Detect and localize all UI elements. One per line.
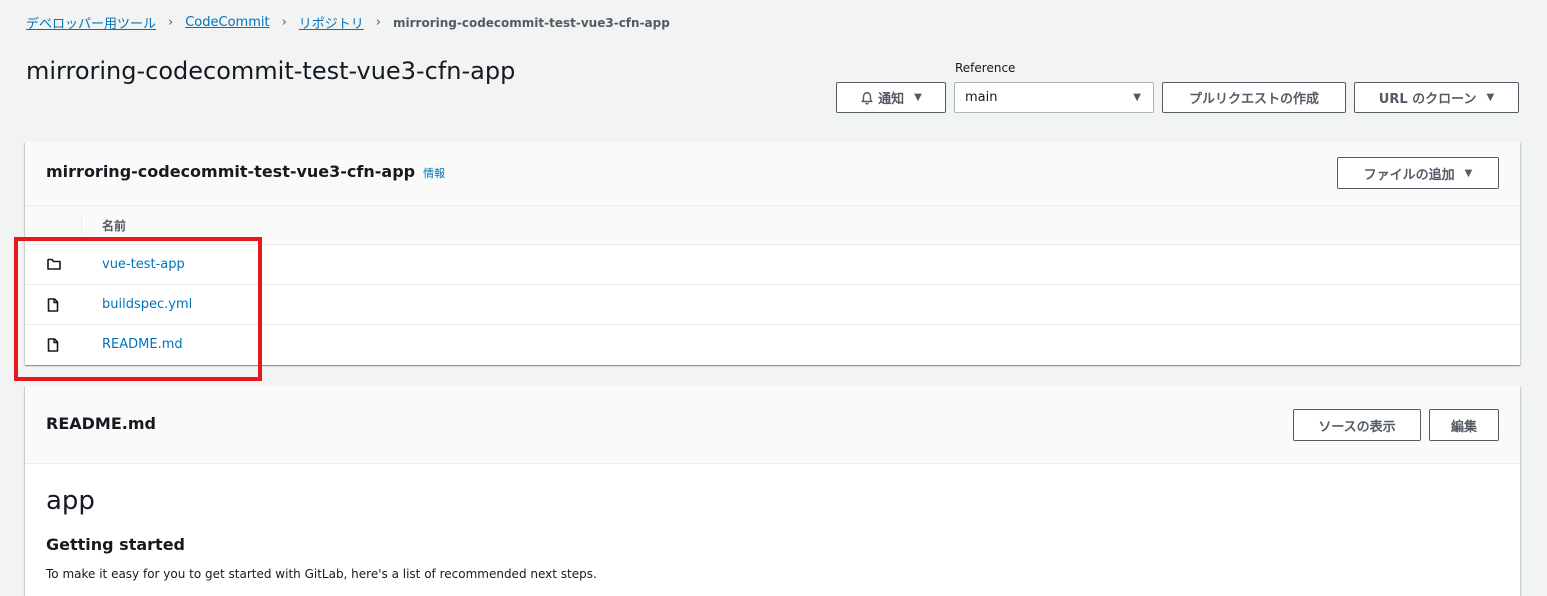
- caret-down-icon: ▼: [1486, 92, 1495, 103]
- chevron-right-icon: ›: [168, 15, 174, 30]
- column-divider: [81, 216, 82, 234]
- readme-panel: README.md ソースの表示 編集 app Getting started …: [25, 386, 1520, 596]
- view-source-label: ソースの表示: [1318, 419, 1396, 435]
- add-file-label: ファイルの追加: [1363, 167, 1455, 183]
- create-pull-request-label: プルリクエストの作成: [1188, 92, 1319, 107]
- bell-icon: [860, 91, 878, 105]
- readme-paragraph: To make it easy for you to get started w…: [46, 567, 597, 581]
- readme-panel-title: README.md: [46, 414, 156, 433]
- reference-select[interactable]: main ▼: [954, 82, 1154, 113]
- file-link-vue-test-app[interactable]: vue-test-app: [102, 257, 185, 272]
- notify-label: 通知: [878, 92, 905, 107]
- readme-heading-1: app: [46, 486, 95, 516]
- caret-down-icon: ▼: [1133, 92, 1141, 103]
- caret-down-icon: ▼: [1464, 167, 1473, 179]
- breadcrumb-developer-tools[interactable]: デベロッパー用ツール: [26, 13, 156, 32]
- table-row: README.md: [25, 325, 1520, 365]
- reference-value: main: [965, 90, 998, 105]
- notify-button[interactable]: 通知 ▼: [836, 82, 946, 113]
- table-row: buildspec.yml: [25, 285, 1520, 325]
- chevron-right-icon: ›: [281, 15, 287, 30]
- clone-url-label: URL のクローン: [1378, 92, 1477, 107]
- table-row: vue-test-app: [25, 245, 1520, 285]
- column-name-header: 名前: [102, 219, 127, 233]
- reference-label: Reference: [955, 61, 1016, 75]
- file-icon: [47, 298, 59, 312]
- create-pull-request-button[interactable]: プルリクエストの作成: [1162, 82, 1346, 113]
- breadcrumb: デベロッパー用ツール › CodeCommit › リポジトリ › mirror…: [26, 13, 670, 32]
- edit-label: 編集: [1450, 419, 1477, 435]
- caret-down-icon: ▼: [914, 92, 922, 103]
- edit-button[interactable]: 編集: [1429, 409, 1499, 441]
- repository-panel-title: mirroring-codecommit-test-vue3-cfn-app 情報: [46, 162, 445, 181]
- file-table-header: 名前: [25, 206, 1520, 245]
- readme-panel-header: README.md ソースの表示 編集: [25, 386, 1520, 464]
- folder-icon: [47, 258, 61, 270]
- file-link-readme[interactable]: README.md: [102, 337, 183, 352]
- file-icon: [47, 338, 59, 352]
- breadcrumb-codecommit[interactable]: CodeCommit: [185, 15, 269, 30]
- add-file-button[interactable]: ファイルの追加 ▼: [1337, 157, 1499, 189]
- repository-name: mirroring-codecommit-test-vue3-cfn-app: [46, 162, 416, 181]
- breadcrumb-repositories[interactable]: リポジトリ: [299, 13, 364, 32]
- repository-panel: mirroring-codecommit-test-vue3-cfn-app 情報…: [25, 142, 1520, 365]
- chevron-right-icon: ›: [375, 15, 381, 30]
- file-link-buildspec[interactable]: buildspec.yml: [102, 297, 192, 312]
- info-link[interactable]: 情報: [423, 167, 445, 180]
- breadcrumb-current: mirroring-codecommit-test-vue3-cfn-app: [393, 15, 670, 30]
- clone-url-button[interactable]: URL のクローン ▼: [1354, 82, 1519, 113]
- page-title: mirroring-codecommit-test-vue3-cfn-app: [26, 57, 516, 85]
- view-source-button[interactable]: ソースの表示: [1293, 409, 1421, 441]
- repository-panel-header: mirroring-codecommit-test-vue3-cfn-app 情報…: [25, 142, 1520, 206]
- readme-heading-2: Getting started: [46, 535, 185, 554]
